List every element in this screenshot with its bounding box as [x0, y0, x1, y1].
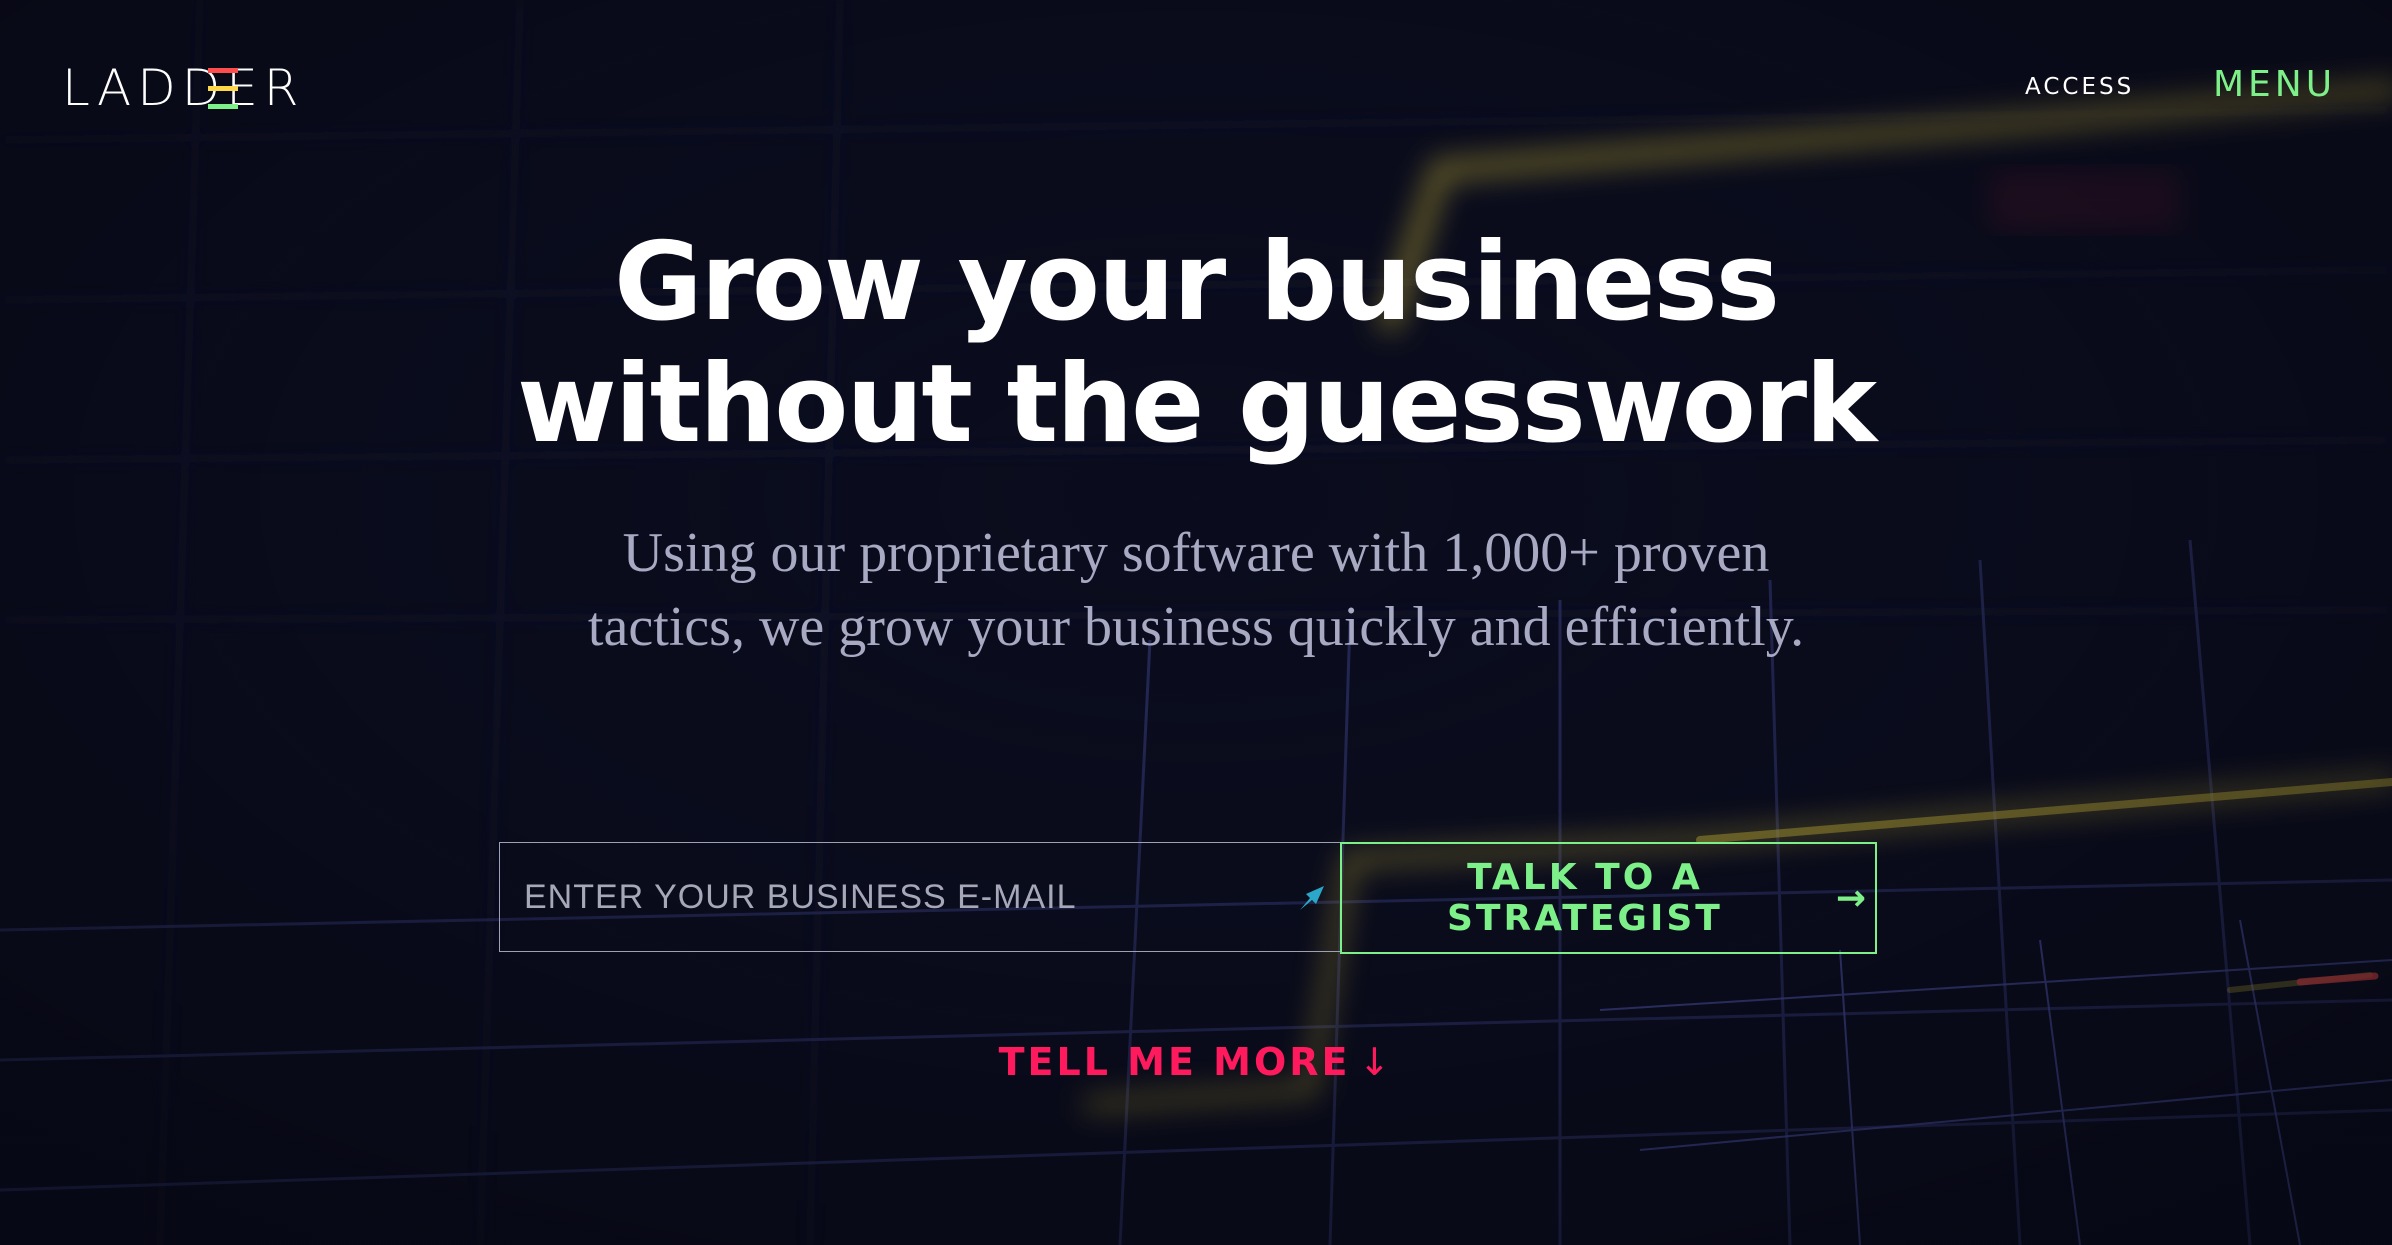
nav-access-link[interactable]: ACCESS [2025, 74, 2134, 100]
nav-menu-button[interactable]: MENU [2213, 64, 2336, 105]
business-email-input[interactable] [499, 842, 1341, 952]
subhead-line-1: Using our proprietary software with 1,00… [622, 522, 1770, 584]
talk-to-strategist-button[interactable]: TALK TO A STRATEGIST → [1340, 842, 1877, 954]
hero-subheading: Using our proprietary software with 1,00… [0, 516, 2392, 664]
autofill-icon[interactable] [1296, 880, 1330, 914]
arrow-down-icon: ↓ [1358, 1040, 1394, 1084]
subhead-line-2: tactics, we grow your business quickly a… [587, 596, 1805, 658]
arrow-right-icon: → [1835, 877, 1869, 919]
headline-line-1: Grow your business [613, 220, 1780, 345]
logo-text: LADDER [62, 59, 305, 117]
email-signup-form: TALK TO A STRATEGIST → [499, 842, 1877, 954]
tell-me-more-label: TELL ME MORE [998, 1040, 1351, 1084]
ladder-logo[interactable]: LADDER [62, 62, 305, 114]
tell-me-more-link[interactable]: TELL ME MORE ↓ [0, 1040, 2392, 1084]
hero-headline: Grow your business without the guesswork [0, 222, 2392, 466]
headline-line-2: without the guesswork [516, 342, 1877, 467]
logo-accent-bars-icon [208, 68, 238, 109]
strategist-button-label: TALK TO A STRATEGIST [1446, 857, 1723, 939]
